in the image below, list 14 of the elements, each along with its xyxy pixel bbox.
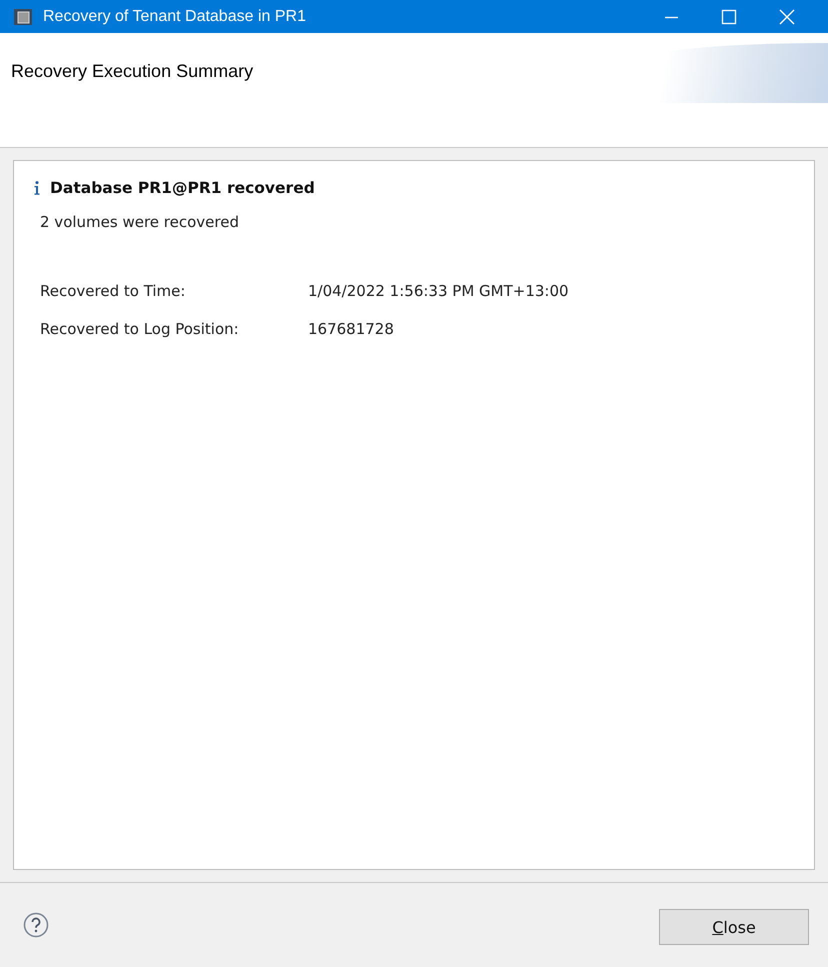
summary-heading: Database PR1@PR1 recovered	[50, 179, 315, 197]
close-icon[interactable]	[779, 8, 795, 24]
detail-value: 1/04/2022 1:56:33 PM GMT+13:00	[308, 282, 569, 300]
maximize-icon[interactable]	[721, 8, 737, 24]
app-icon	[13, 8, 33, 26]
summary-message: 2 volumes were recovered	[40, 213, 239, 231]
window-title: Recovery of Tenant Database in PR1	[43, 8, 307, 26]
page-title: Recovery Execution Summary	[11, 61, 254, 82]
detail-label: Recovered to Time:	[40, 282, 186, 300]
info-icon	[34, 181, 40, 195]
close-button[interactable]: Close	[659, 909, 809, 945]
detail-value: 167681728	[308, 320, 395, 338]
help-icon[interactable]	[23, 912, 49, 938]
detail-label: Recovered to Log Position:	[40, 320, 240, 338]
